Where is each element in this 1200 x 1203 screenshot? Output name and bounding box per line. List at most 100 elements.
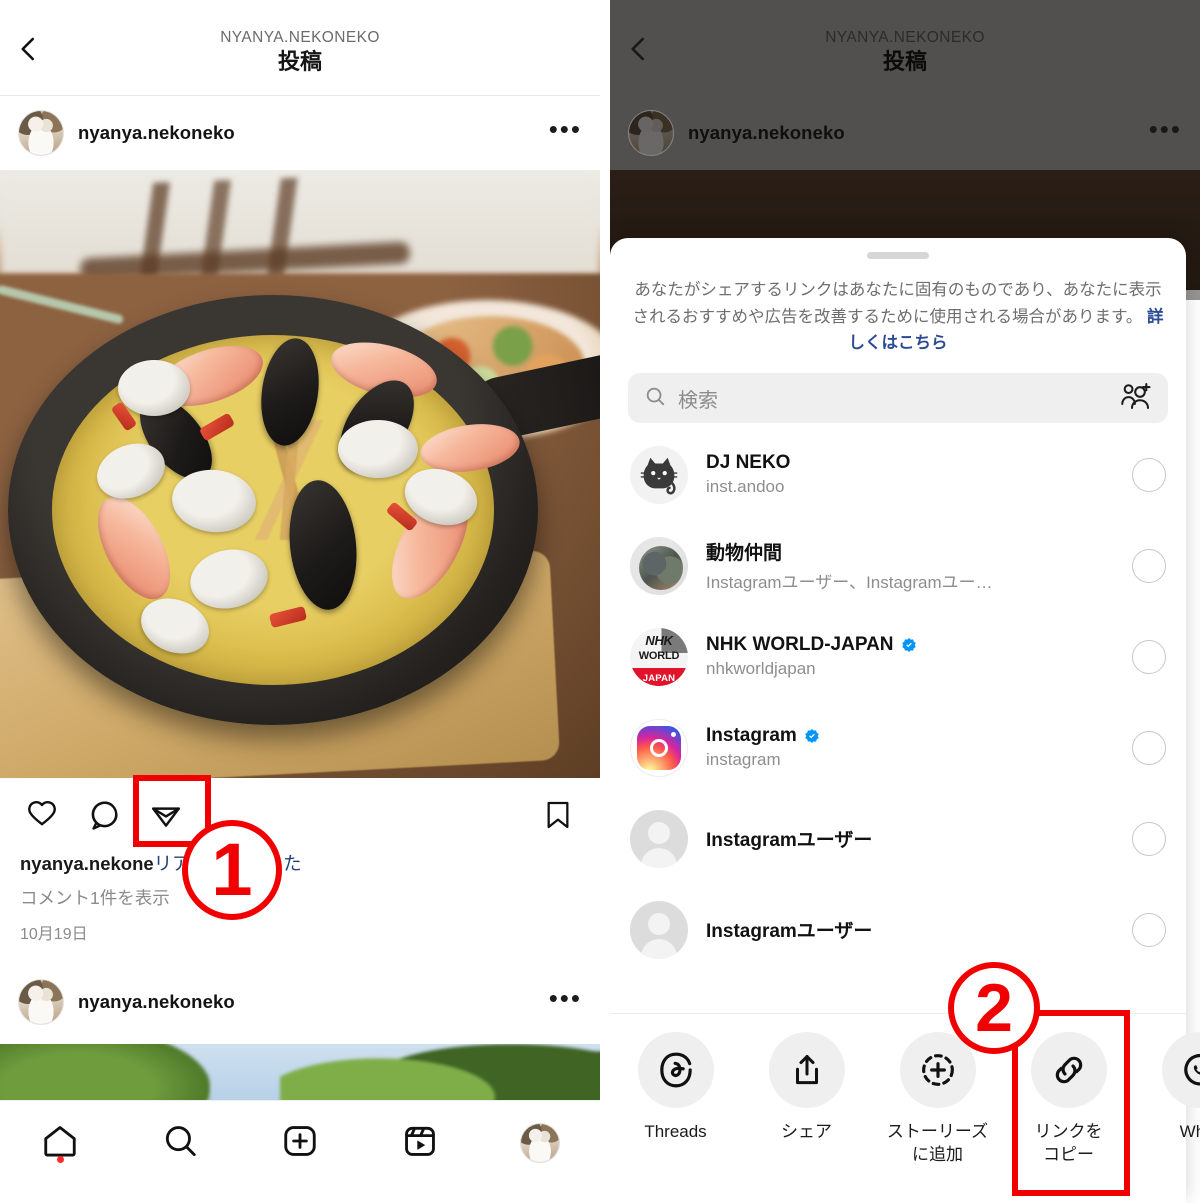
sheet-grabber-handle[interactable]	[867, 252, 929, 259]
list-item[interactable]: 動物仲間 Instagramユーザー、Instagramユー…	[610, 520, 1186, 611]
contact-name: Instagramユーザー	[706, 825, 1132, 852]
select-radio[interactable]	[1132, 730, 1166, 765]
select-radio[interactable]	[1132, 548, 1166, 583]
nhk-world-japan-logo: NHK WORLD JAPAN	[630, 627, 688, 686]
contact-name-text: Instagramユーザー	[706, 830, 873, 852]
share-notice: あなたがシェアするリンクはあなたに固有のものであり、あなたに表示されるおすすめや…	[610, 259, 1186, 357]
list-item-text: DJ NEKO inst.andoo	[706, 452, 1132, 497]
verified-badge-icon	[901, 637, 917, 653]
post-username[interactable]: nyanya.nekoneko	[78, 122, 235, 144]
post2-user-bar: nyanya.nekoneko •••	[0, 965, 600, 1038]
share-action-share[interactable]: シェア	[741, 1032, 872, 1144]
contact-name: Instagramユーザー	[706, 916, 1132, 943]
list-item[interactable]: Instagram instagram	[610, 702, 1186, 793]
contact-name-text: Instagramユーザー	[706, 921, 873, 943]
search-input[interactable]: 検索	[678, 384, 718, 413]
contact-list: DJ NEKO inst.andoo 動物仲間 Instagramユーザー、In…	[610, 429, 1186, 975]
contact-name-text: Instagram	[706, 725, 797, 747]
cat-illustration-avatar	[630, 445, 688, 504]
select-radio[interactable]	[1132, 821, 1166, 856]
contact-name-text: DJ NEKO	[706, 452, 791, 474]
default-person-avatar	[630, 900, 688, 959]
comment-icon[interactable]	[82, 793, 126, 837]
post-user-bar: nyanya.nekoneko •••	[0, 96, 600, 170]
profile-avatar-icon	[520, 1123, 560, 1163]
contact-handle: Instagramユーザー、Instagramユー…	[706, 573, 993, 593]
more-options-icon[interactable]: •••	[1149, 116, 1182, 143]
plus-square-icon	[281, 1122, 319, 1165]
link-copy-icon	[1030, 1032, 1107, 1108]
tab-reels[interactable]	[360, 1101, 480, 1203]
threads-icon	[637, 1032, 714, 1108]
screenshot-root: NYANYA.NEKONEKO 投稿 nyanya.nekoneko ••• n…	[0, 0, 1200, 1203]
tab-home[interactable]	[0, 1101, 120, 1203]
contact-handle: inst.andoo	[706, 477, 785, 497]
header-subtitle: NYANYA.NEKONEKO	[220, 29, 380, 46]
contact-name: Instagram	[706, 725, 1132, 747]
share-action-whatsapp[interactable]: What	[1134, 1032, 1200, 1144]
tab-profile[interactable]	[480, 1101, 600, 1203]
list-item-text: Instagram instagram	[706, 725, 1132, 770]
contact-name-text: NHK WORLD-JAPAN	[706, 634, 894, 656]
share-action-label: Threads	[644, 1122, 707, 1141]
post-photo[interactable]	[0, 170, 600, 778]
list-item[interactable]: DJ NEKO inst.andoo	[610, 429, 1186, 520]
post-username[interactable]: nyanya.nekoneko	[688, 122, 845, 144]
post-user-bar: nyanya.nekoneko •••	[610, 96, 1200, 170]
share-action-add-to-story[interactable]: ストーリーズ に追加	[872, 1032, 1003, 1167]
whatsapp-icon	[1161, 1032, 1200, 1108]
bookmark-icon[interactable]	[536, 793, 580, 837]
header-titles: NYANYA.NEKONEKO 投稿	[610, 28, 1200, 77]
list-item[interactable]: NHK WORLD JAPAN NHK WORLD-JAPAN nhkworldja…	[610, 611, 1186, 702]
add-to-story-icon	[899, 1032, 976, 1108]
more-options-icon[interactable]: •••	[549, 116, 582, 143]
tab-create[interactable]	[240, 1101, 360, 1203]
contact-name: 動物仲間	[706, 538, 1132, 565]
avatar[interactable]	[18, 978, 64, 1025]
avatar[interactable]	[18, 110, 64, 156]
select-radio[interactable]	[1132, 457, 1166, 492]
right-phone-panel: NYANYA.NEKONEKO 投稿 nyanya.nekoneko ••• あ…	[610, 0, 1200, 1203]
left-phone-panel: NYANYA.NEKONEKO 投稿 nyanya.nekoneko ••• n…	[0, 0, 600, 1203]
share-action-label: リンクを コピー	[1034, 1122, 1103, 1164]
share-action-threads[interactable]: Threads	[610, 1032, 741, 1144]
verified-badge-icon	[804, 728, 820, 744]
bottom-tab-bar	[0, 1100, 600, 1203]
search-bar[interactable]: 検索	[628, 373, 1168, 424]
view-comments-link[interactable]: コメント1件を表示	[20, 885, 580, 910]
home-badge-dot	[57, 1156, 64, 1163]
share-sheet: あなたがシェアするリンクはあなたに固有のものであり、あなたに表示されるおすすめや…	[610, 238, 1200, 1203]
share-action-label: ストーリーズ に追加	[886, 1122, 989, 1164]
list-item-text: Instagramユーザー	[706, 825, 1132, 852]
contact-handle: instagram	[706, 750, 781, 770]
share-upload-icon	[768, 1032, 845, 1108]
search-icon	[644, 385, 666, 412]
list-item[interactable]: Instagramユーザー	[610, 793, 1186, 884]
avatar[interactable]	[628, 110, 674, 156]
list-item[interactable]: Instagramユーザー	[610, 884, 1186, 975]
heart-icon[interactable]	[20, 793, 64, 837]
post2-username[interactable]: nyanya.nekoneko	[78, 991, 235, 1013]
copy-link-action[interactable]: リンクを コピー	[1003, 1032, 1134, 1167]
default-person-avatar	[630, 809, 688, 868]
caption-username[interactable]: nyanya.nekone	[20, 853, 154, 874]
share-action-row: Threads シェア ストーリーズ に追加 リンクを コピー W	[610, 1013, 1200, 1203]
more-options-icon[interactable]: •••	[549, 984, 582, 1011]
share-paper-plane-icon[interactable]	[144, 793, 188, 837]
share-notice-text: あなたがシェアするリンクはあなたに固有のものであり、あなたに表示されるおすすめや…	[632, 281, 1162, 326]
post-date: 10月19日	[20, 925, 88, 943]
tab-search[interactable]	[120, 1101, 240, 1203]
caption-text: リアを家で作った	[153, 853, 302, 874]
select-radio[interactable]	[1132, 639, 1166, 674]
share-action-label: シェア	[781, 1122, 832, 1141]
add-people-icon[interactable]	[1120, 381, 1152, 416]
select-radio[interactable]	[1132, 912, 1166, 947]
page-title: 投稿	[277, 49, 322, 75]
contact-name: DJ NEKO	[706, 452, 1132, 474]
share-action-label: What	[1179, 1122, 1200, 1141]
header-subtitle: NYANYA.NEKONEKO	[825, 29, 985, 46]
search-icon	[161, 1122, 199, 1165]
contact-handle: nhkworldjapan	[706, 659, 816, 679]
page-title: 投稿	[882, 49, 927, 75]
instagram-logo	[630, 718, 688, 777]
